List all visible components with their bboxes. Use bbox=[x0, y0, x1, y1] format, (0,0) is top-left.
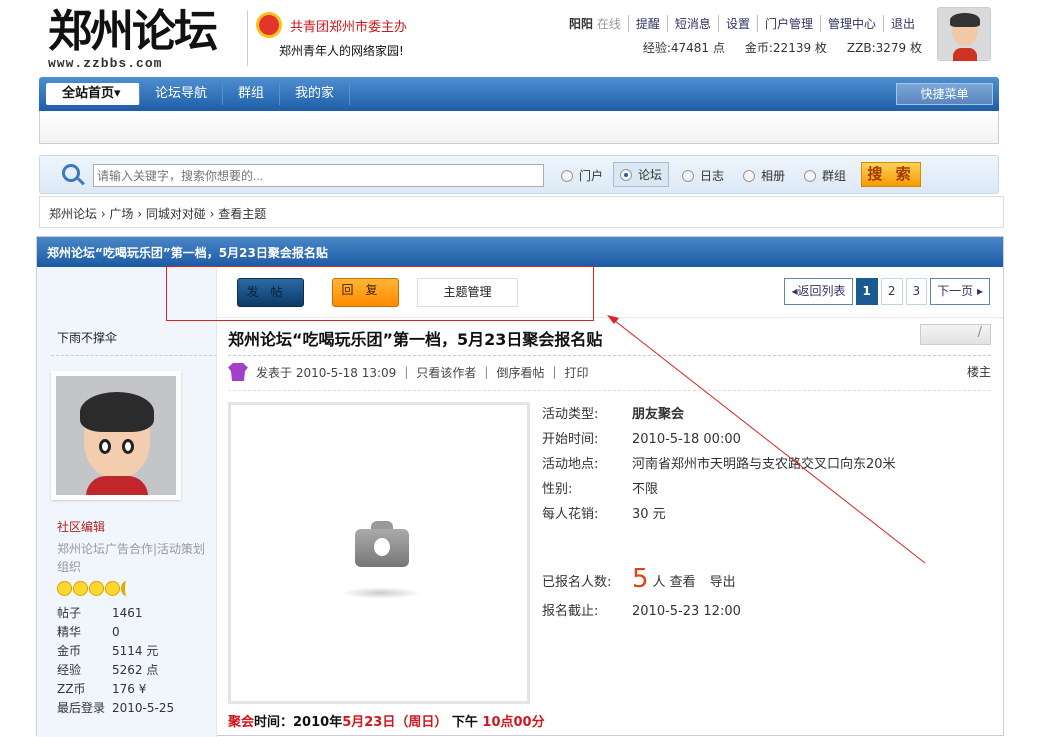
annotation-arrow bbox=[607, 315, 926, 564]
